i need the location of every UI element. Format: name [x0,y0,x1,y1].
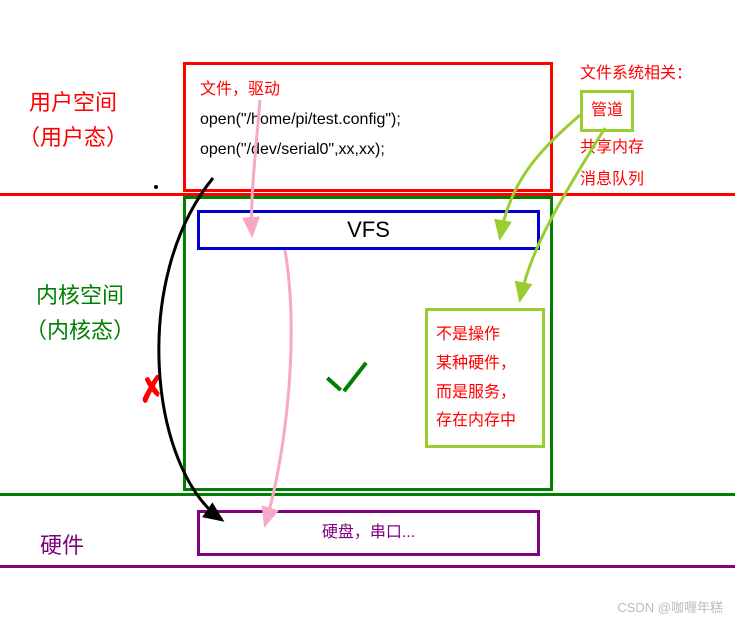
note-line2: 某种硬件， [436,350,534,379]
filesystem-related-list: 文件系统相关： 管道 共享内存 消息队列 [580,58,692,196]
hardware-box: 硬盘，串口... [197,510,540,556]
kernel-hardware-divider [0,493,735,496]
note-line1: 不是操作 [436,321,534,350]
kernel-space-line1: 内核空间 [36,283,124,308]
hardware-label: 硬件 [40,528,84,563]
hardware-bottom-divider [0,565,735,568]
dot-icon [154,185,158,189]
cross-mark-icon: ✗ [135,368,169,412]
fs-item-shm: 共享内存 [580,132,692,164]
kernel-space-label: 内核空间 （内核态） [25,278,135,348]
user-box-header: 文件，驱动 [200,75,536,99]
note-line4: 存在内存中 [436,407,534,436]
fs-item-pipe: 管道 [580,90,634,132]
watermark: CSDN @咖喱年糕 [617,597,723,616]
note-line3: 而是服务， [436,379,534,408]
user-space-line2: （用户态） [18,125,128,150]
fs-title: 文件系统相关： [580,58,692,90]
kernel-space-line2: （内核态） [25,318,135,343]
vfs-box: VFS [197,210,540,250]
check-mark-icon [325,360,375,400]
user-space-box: 文件，驱动 open("/home/pi/test.config"); open… [183,62,553,192]
code-line-2: open("/dev/serial0",xx,xx); [200,135,536,165]
user-space-line1: 用户空间 [29,90,117,115]
fs-item-mq: 消息队列 [580,164,692,196]
memory-service-note: 不是操作 某种硬件， 而是服务， 存在内存中 [425,308,545,448]
user-space-label: 用户空间 （用户态） [18,85,128,155]
code-line-1: open("/home/pi/test.config"); [200,105,536,135]
